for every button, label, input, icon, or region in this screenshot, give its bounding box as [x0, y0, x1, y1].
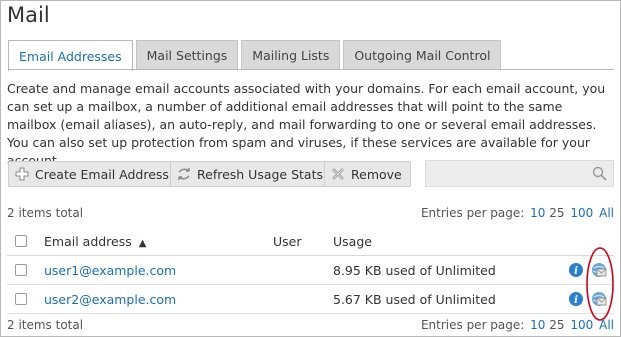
tab-email-addresses[interactable]: Email Addresses	[8, 40, 133, 71]
refresh-usage-stats-label: Refresh Usage Stats	[197, 166, 324, 182]
refresh-icon	[177, 167, 191, 181]
column-email-label: Email address	[44, 234, 132, 249]
svg-text:i: i	[574, 266, 578, 277]
column-usage: Usage	[333, 234, 372, 249]
per-page-option-all[interactable]: All	[599, 318, 614, 332]
email-link[interactable]: user2@example.com	[44, 292, 176, 307]
entries-per-page-label: Entries per page:	[420, 206, 525, 220]
pagination: Entries per page: 10 25 100 All	[421, 206, 614, 220]
webmail-icon[interactable]	[591, 291, 607, 307]
search-icon[interactable]	[592, 166, 607, 181]
per-page-option-all[interactable]: All	[599, 206, 614, 220]
per-page-option-100[interactable]: 100	[570, 318, 593, 332]
usage-cell: 8.95 KB used of Unlimited	[333, 263, 496, 278]
tab-bar: Email Addresses Mail Settings Mailing Li…	[8, 40, 502, 71]
per-page-option-25: 25	[549, 206, 565, 220]
table-row: user2@example.com 5.67 KB used of Unlimi…	[7, 285, 614, 314]
remove-label: Remove	[351, 166, 402, 182]
row-checkbox[interactable]	[15, 293, 27, 305]
table-row: user1@example.com 8.95 KB used of Unlimi…	[7, 256, 614, 285]
usage-cell: 5.67 KB used of Unlimited	[333, 292, 496, 307]
page-title: Mail	[7, 3, 50, 27]
entries-per-page-label: Entries per page:	[420, 318, 525, 332]
webmail-icon[interactable]	[591, 262, 607, 278]
remove-icon	[331, 167, 345, 181]
info-icon[interactable]: i	[568, 291, 584, 307]
per-page-option-10[interactable]: 10	[530, 318, 545, 332]
pagination: Entries per page: 10 25 100 All	[421, 318, 614, 332]
select-all-checkbox[interactable]	[15, 235, 27, 247]
per-page-option-10[interactable]: 10	[530, 206, 545, 220]
row-checkbox[interactable]	[15, 264, 27, 276]
column-user: User	[273, 234, 302, 249]
plus-icon	[15, 167, 29, 181]
tab-divider	[8, 69, 614, 70]
items-total: 2 items total	[7, 206, 84, 220]
per-page-option-25: 25	[549, 318, 565, 332]
tab-outgoing-mail-control[interactable]: Outgoing Mail Control	[343, 40, 502, 70]
info-icon[interactable]: i	[568, 262, 584, 278]
tab-mailing-lists[interactable]: Mailing Lists	[241, 40, 341, 70]
per-page-option-100[interactable]: 100	[570, 206, 593, 220]
page-description: Create and manage email accounts associa…	[7, 81, 606, 168]
tab-mail-settings[interactable]: Mail Settings	[135, 40, 239, 70]
search-box	[425, 160, 614, 187]
search-input[interactable]	[426, 161, 586, 186]
listing-meta-top: 2 items total Entries per page: 10 25 10…	[7, 205, 614, 221]
items-total: 2 items total	[7, 318, 84, 332]
table-header: Email address ▲ User Usage	[7, 227, 614, 256]
column-email-address[interactable]: Email address ▲	[44, 234, 146, 249]
sort-ascending-icon: ▲	[138, 238, 147, 249]
refresh-usage-stats-button[interactable]: Refresh Usage Stats	[170, 161, 333, 187]
listing-meta-bottom: 2 items total Entries per page: 10 25 10…	[7, 317, 614, 333]
svg-text:i: i	[574, 295, 578, 306]
create-email-address-button[interactable]: Create Email Address	[8, 161, 178, 187]
create-email-address-label: Create Email Address	[35, 166, 169, 182]
remove-button[interactable]: Remove	[324, 161, 411, 187]
email-link[interactable]: user1@example.com	[44, 263, 176, 278]
